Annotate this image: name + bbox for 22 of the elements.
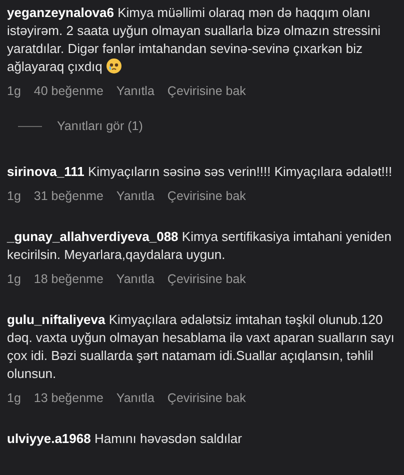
- translate-button[interactable]: Çevirisine bak: [167, 271, 246, 287]
- reply-button[interactable]: Yanıtla: [116, 390, 154, 406]
- reply-button[interactable]: Yanıtla: [116, 271, 154, 287]
- translate-button[interactable]: Çevirisine bak: [167, 188, 246, 204]
- comment-time: 1g: [7, 271, 21, 287]
- comment-text: _gunay_allahverdiyeva_088 Kimya sertifikasiya imtahani yeniden kecirilsin. Meyarlara,qaydalara uygun.: [7, 228, 392, 264]
- reply-button[interactable]: Yanıtla: [116, 83, 154, 99]
- comment-time: 1g: [7, 390, 21, 406]
- likes-button[interactable]: 40 beğenme: [34, 83, 104, 99]
- comment-text: sirinova_111 Kimyaçıların səsinə səs verin!!!! Kimyaçılara ədalət!!!: [7, 163, 394, 181]
- likes-button[interactable]: 31 beğenme: [34, 188, 104, 204]
- comment-time: 1g: [7, 188, 21, 204]
- translate-button[interactable]: Çevirisine bak: [167, 390, 246, 406]
- comment-text: gulu_niftaliyeva Kimyaçılara ədalətsiz imtahan təşkil olunub.120 dəq. vaxta uyğun olmayan hesablama ilə vaxt aparan sualların sayı çox idi. Bəzi suallarda şərt natamam idi.Suallar açıqlansın, təhlil olunsun.: [7, 311, 396, 383]
- likes-button[interactable]: 18 beğenme: [34, 271, 104, 287]
- comment-text: yeganzeynalova6 Kimya müəllimi olaraq mən də haqqım olanı istəyirəm. 2 saata uyğun olmayan suallarla bizə olmazın stressini yaratdılar. Digər fənlər imtahandan sevinə-sevinə çıxarkən biz ağlayaraq çıxdıq: [7, 4, 382, 76]
- comment-time: 1g: [7, 83, 21, 99]
- translate-button[interactable]: Çevirisine bak: [167, 83, 246, 99]
- view-replies-link[interactable]: Yanıtları gör (1): [57, 118, 143, 134]
- likes-button[interactable]: 13 beğenme: [34, 390, 104, 406]
- reply-button[interactable]: Yanıtla: [116, 188, 154, 204]
- comment-text: ulviyye.a1968 Hamını həvəsdən saldılar: [7, 430, 243, 448]
